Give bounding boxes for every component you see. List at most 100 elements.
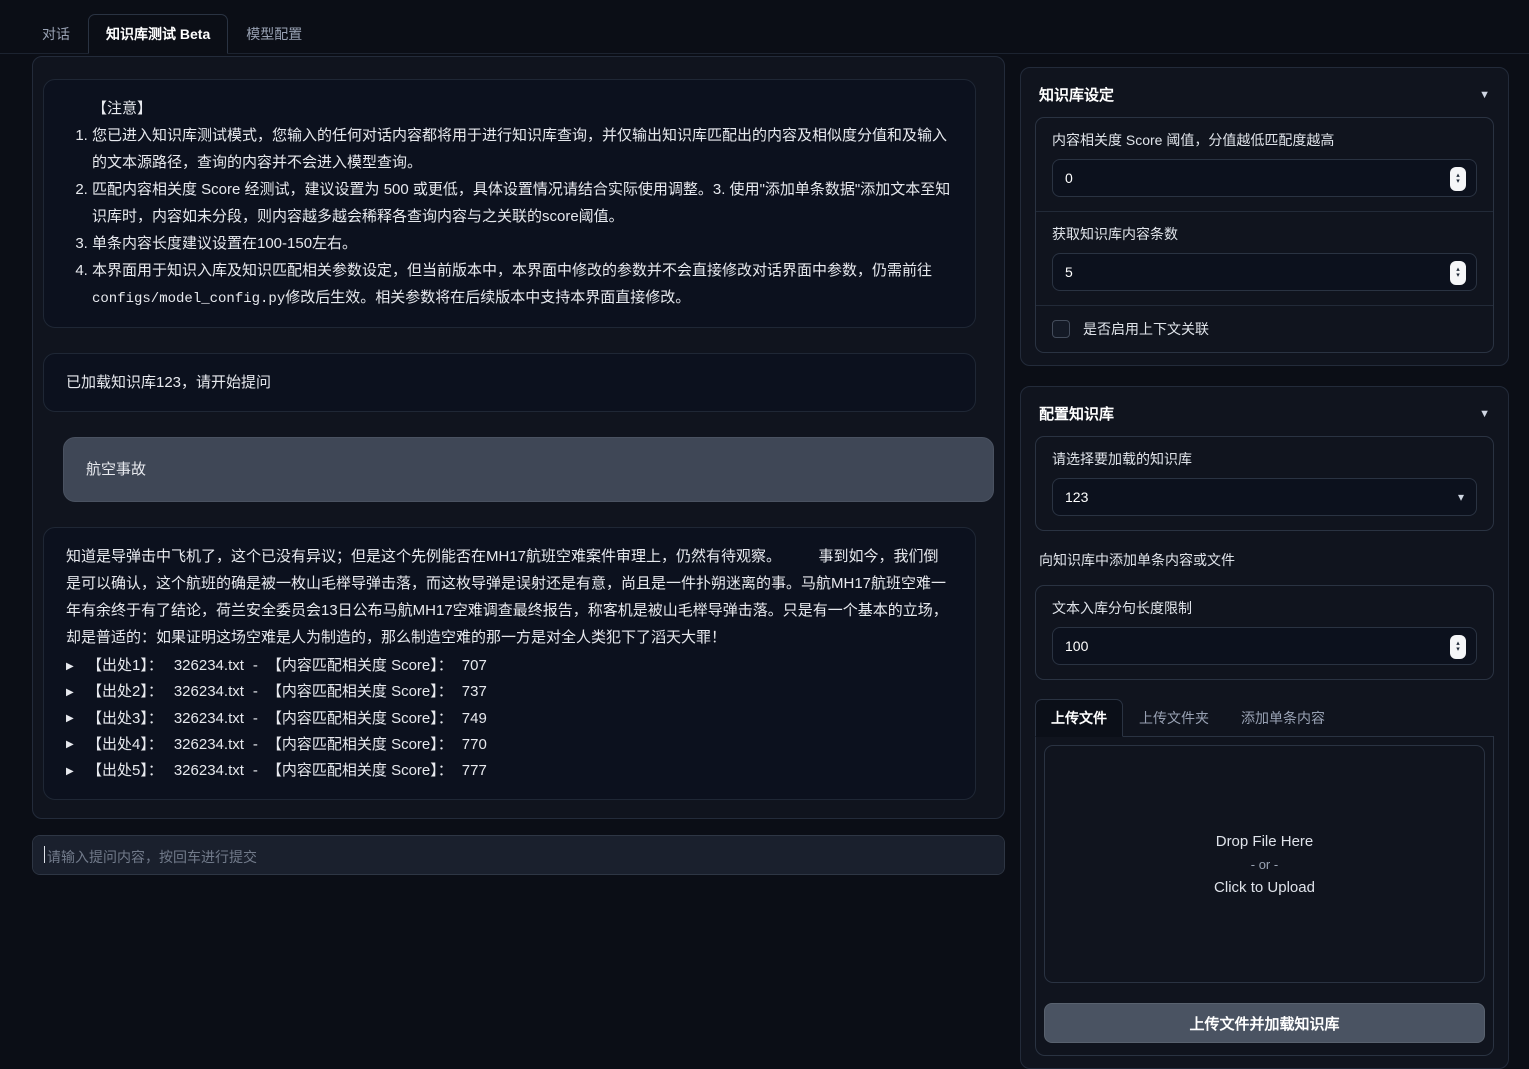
spinner-down-icon: ▾ [1456, 647, 1460, 653]
notice-list: 您已进入知识库测试模式，您输入的任何对话内容都将用于进行知识库查询，并仅输出知识… [66, 122, 953, 312]
source-index: 【出处5】： [87, 758, 163, 784]
source-separator: - [253, 679, 258, 705]
tab-model-config[interactable]: 模型配置 [228, 14, 320, 53]
upload-and-load-kb-button[interactable]: 上传文件并加载知识库 [1044, 1003, 1485, 1043]
tab-kb-test[interactable]: 知识库测试 Beta [88, 14, 228, 54]
bot-message-answer: 知道是导弹击中飞机了，这个已没有异议；但是这个先例能否在MH17航班空难案件审理… [43, 527, 976, 800]
kb-config-panel: 配置知识库 ▼ 请选择要加载的知识库 123 ▾ 向知识库中添加单条内容或文件 [1020, 386, 1509, 1069]
sentence-length-group: 文本入库分句长度限制 ▴ ▾ [1035, 585, 1494, 680]
source-separator: - [253, 732, 258, 758]
topk-input[interactable] [1065, 264, 1464, 280]
kb-select-group: 请选择要加载的知识库 123 ▾ [1035, 436, 1494, 531]
question-input[interactable] [32, 835, 1005, 875]
chatbot[interactable]: 【注意】 您已进入知识库测试模式，您输入的任何对话内容都将用于进行知识库查询，并… [32, 56, 1005, 819]
settings-column: 知识库设定 ▼ 内容相关度 Score 阈值，分值越低匹配度越高 ▴ ▾ [1020, 67, 1509, 1069]
topk-row: 获取知识库内容条数 ▴ ▾ [1036, 212, 1493, 306]
source-details-3[interactable]: ▶ 【出处3】： 326234.txt - 【内容匹配相关度 Score】： 7… [66, 706, 953, 732]
tab-upload-folder[interactable]: 上传文件夹 [1123, 699, 1225, 736]
inline-code: configs/model_config.py [92, 291, 285, 307]
upload-tabbar: 上传文件 上传文件夹 添加单条内容 [1035, 699, 1494, 737]
source-score-label: 【内容匹配相关度 Score】： [267, 758, 453, 784]
tab-add-single-content[interactable]: 添加单条内容 [1225, 699, 1341, 736]
source-index: 【出处1】： [87, 653, 163, 679]
chat-column: 【注意】 您已进入知识库测试模式，您输入的任何对话内容都将用于进行知识库查询，并… [32, 56, 1005, 1069]
context-checkbox-label: 是否启用上下文关联 [1083, 319, 1209, 339]
score-threshold-input[interactable] [1065, 170, 1464, 186]
source-separator: - [253, 706, 258, 732]
chat-input-wrap [32, 835, 1005, 880]
notice-item: 匹配内容相关度 Score 经测试，建议设置为 500 或更低，具体设置情况请结… [92, 176, 953, 230]
add-content-hint: 向知识库中添加单条内容或文件 [1035, 531, 1494, 585]
context-checkbox[interactable] [1052, 320, 1070, 338]
expand-triangle-icon: ▶ [66, 658, 78, 676]
score-threshold-row: 内容相关度 Score 阈值，分值越低匹配度越高 ▴ ▾ [1036, 118, 1493, 212]
source-score-label: 【内容匹配相关度 Score】： [267, 732, 453, 758]
kb-settings-panel: 知识库设定 ▼ 内容相关度 Score 阈值，分值越低匹配度越高 ▴ ▾ [1020, 67, 1509, 366]
dropdown-caret-icon: ▾ [1458, 490, 1464, 504]
kb-select-label: 请选择要加载的知识库 [1052, 449, 1477, 469]
source-file: 326234.txt [174, 732, 244, 758]
tab-chat[interactable]: 对话 [24, 14, 88, 53]
kb-select-dropdown[interactable]: 123 ▾ [1052, 478, 1477, 516]
score-threshold-field: ▴ ▾ [1052, 159, 1477, 197]
source-separator: - [253, 758, 258, 784]
text-cursor [44, 846, 45, 863]
sentence-length-row: 文本入库分句长度限制 ▴ ▾ [1036, 586, 1493, 679]
source-score-label: 【内容匹配相关度 Score】： [267, 653, 453, 679]
bot-message-notice: 【注意】 您已进入知识库测试模式，您输入的任何对话内容都将用于进行知识库查询，并… [43, 79, 976, 328]
answer-sources: ▶ 【出处1】： 326234.txt - 【内容匹配相关度 Score】： 7… [66, 653, 953, 784]
topk-field: ▴ ▾ [1052, 253, 1477, 291]
source-file: 326234.txt [174, 758, 244, 784]
number-spinner[interactable]: ▴ ▾ [1450, 261, 1466, 285]
notice-title: 【注意】 [92, 95, 953, 122]
expand-triangle-icon: ▶ [66, 736, 78, 754]
file-drop-zone[interactable]: Drop File Here - or - Click to Upload [1044, 745, 1485, 983]
source-file: 326234.txt [174, 679, 244, 705]
user-message: 航空事故 [63, 437, 994, 502]
source-score: 777 [462, 758, 487, 784]
kb-config-accordion-header[interactable]: 配置知识库 ▼ [1035, 399, 1494, 436]
source-score-label: 【内容匹配相关度 Score】： [267, 679, 453, 705]
source-score-label: 【内容匹配相关度 Score】： [267, 706, 453, 732]
kb-settings-accordion-header[interactable]: 知识库设定 ▼ [1035, 80, 1494, 117]
topk-label: 获取知识库内容条数 [1052, 224, 1477, 244]
collapse-arrow-icon: ▼ [1479, 408, 1490, 420]
bot-message-loaded: 已加载知识库123，请开始提问 [43, 353, 976, 412]
sentence-length-input[interactable] [1065, 638, 1464, 654]
source-details-1[interactable]: ▶ 【出处1】： 326234.txt - 【内容匹配相关度 Score】： 7… [66, 653, 953, 679]
kb-select-row: 请选择要加载的知识库 123 ▾ [1036, 437, 1493, 530]
number-spinner[interactable]: ▴ ▾ [1450, 167, 1466, 191]
source-details-4[interactable]: ▶ 【出处4】： 326234.txt - 【内容匹配相关度 Score】： 7… [66, 732, 953, 758]
kb-settings-form: 内容相关度 Score 阈值，分值越低匹配度越高 ▴ ▾ 获取知识库内容条数 [1035, 117, 1494, 353]
panel-title: 知识库设定 [1039, 84, 1114, 105]
score-threshold-label: 内容相关度 Score 阈值，分值越低匹配度越高 [1052, 130, 1477, 150]
notice-item: 单条内容长度建议设置在100-150左右。 [92, 230, 953, 257]
notice-item: 本界面用于知识入库及知识匹配相关参数设定，但当前版本中，本界面中修改的参数并不会… [92, 257, 953, 312]
upload-tab-content: Drop File Here - or - Click to Upload 上传… [1035, 737, 1494, 1056]
source-score: 707 [462, 653, 487, 679]
number-spinner[interactable]: ▴ ▾ [1450, 635, 1466, 659]
main-content: 【注意】 您已进入知识库测试模式，您输入的任何对话内容都将用于进行知识库查询，并… [0, 54, 1529, 1069]
main-tabbar: 对话 知识库测试 Beta 模型配置 [0, 0, 1529, 54]
app-window: 对话 知识库测试 Beta 模型配置 【注意】 您已进入知识库测试模式，您输入的… [0, 0, 1529, 1004]
panel-title: 配置知识库 [1039, 403, 1114, 424]
tab-upload-file[interactable]: 上传文件 [1035, 699, 1123, 737]
expand-triangle-icon: ▶ [66, 710, 78, 728]
source-score: 749 [462, 706, 487, 732]
answer-text: 知道是导弹击中飞机了，这个已没有异议；但是这个先例能否在MH17航班空难案件审理… [66, 543, 953, 651]
source-details-2[interactable]: ▶ 【出处2】： 326234.txt - 【内容匹配相关度 Score】： 7… [66, 679, 953, 705]
source-score: 770 [462, 732, 487, 758]
context-checkbox-row: 是否启用上下文关联 [1036, 306, 1493, 352]
spinner-down-icon: ▾ [1456, 273, 1460, 279]
expand-triangle-icon: ▶ [66, 763, 78, 781]
expand-triangle-icon: ▶ [66, 684, 78, 702]
click-to-upload-text: Click to Upload [1214, 879, 1315, 896]
collapse-arrow-icon: ▼ [1479, 89, 1490, 101]
drop-file-text: Drop File Here [1216, 833, 1314, 850]
drop-or-text: - or - [1251, 857, 1278, 872]
kb-select-value: 123 [1065, 489, 1088, 505]
source-index: 【出处3】： [87, 706, 163, 732]
source-file: 326234.txt [174, 706, 244, 732]
source-index: 【出处2】： [87, 679, 163, 705]
source-details-5[interactable]: ▶ 【出处5】： 326234.txt - 【内容匹配相关度 Score】： 7… [66, 758, 953, 784]
